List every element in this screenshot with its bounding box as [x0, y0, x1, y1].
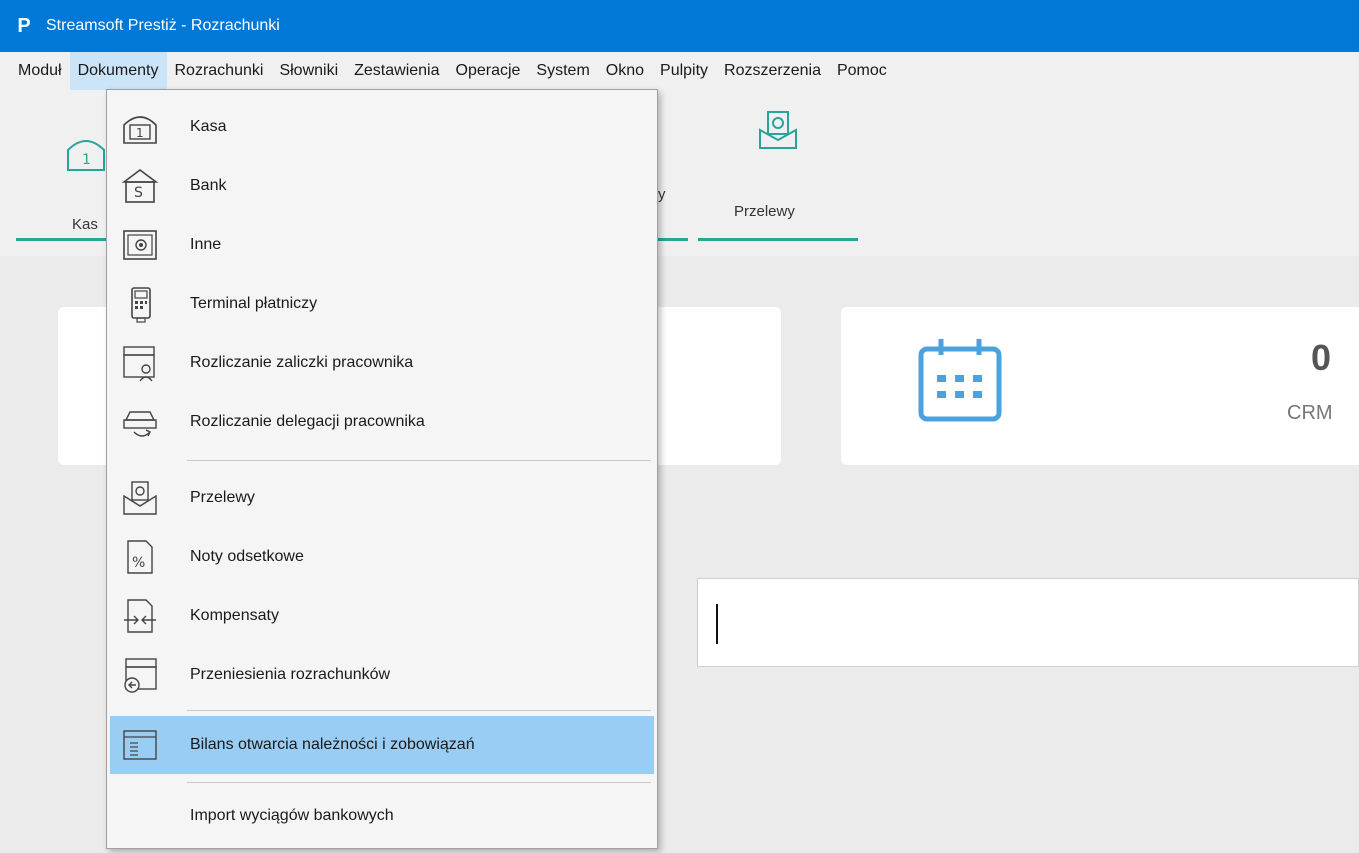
menu-item-label: Import wyciągów bankowych: [190, 807, 394, 824]
menu-separator: [187, 460, 651, 461]
menu-modul[interactable]: Moduł: [10, 52, 70, 90]
calendar-icon: [918, 339, 1002, 422]
toolbar-kasa-label: Kas: [72, 216, 98, 233]
opening-balance-icon: [118, 723, 162, 767]
dokumenty-dropdown-menu: 1 Kasa S Bank Inne Terminal płatniczy Ro…: [106, 89, 658, 849]
menu-item-przeniesienia[interactable]: Przeniesienia rozrachunków: [110, 646, 654, 704]
menu-bar: Moduł Dokumenty Rozrachunki Słowniki Zes…: [0, 52, 1359, 90]
window-title: Streamsoft Prestiż - Rozrachunki: [46, 17, 280, 34]
svg-text:%: %: [132, 555, 145, 571]
menu-item-import-wyciagow[interactable]: Import wyciągów bankowych: [110, 787, 654, 845]
menu-pulpity[interactable]: Pulpity: [652, 52, 716, 90]
menu-item-label: Przelewy: [190, 489, 255, 506]
menu-rozrachunki[interactable]: Rozrachunki: [167, 52, 272, 90]
svg-text:1: 1: [136, 126, 144, 140]
menu-item-label: Przeniesienia rozrachunków: [190, 666, 391, 683]
menu-item-label: Bilans otwarcia należności i zobowiązań: [190, 736, 475, 753]
menu-item-delegacja[interactable]: Rozliczanie delegacji pracownika: [110, 393, 654, 451]
menu-item-label: Rozliczanie zaliczki pracownika: [190, 354, 414, 371]
menu-okno[interactable]: Okno: [598, 52, 652, 90]
menu-system[interactable]: System: [528, 52, 597, 90]
toolbar-partial-label: y: [658, 186, 666, 203]
advance-settlement-icon: [118, 341, 162, 385]
interest-note-icon: %: [118, 535, 162, 579]
menu-dokumenty[interactable]: Dokumenty: [69, 52, 167, 90]
app-logo-icon: P: [17, 14, 31, 37]
menu-operacje[interactable]: Operacje: [448, 52, 529, 90]
menu-item-label: Inne: [190, 236, 222, 253]
svg-text:1: 1: [82, 152, 91, 168]
dashboard-card-crm[interactable]: 0 CRM: [841, 307, 1359, 465]
menu-item-terminal[interactable]: Terminal płatniczy: [110, 275, 654, 333]
menu-item-label: Terminal płatniczy: [190, 295, 318, 312]
cash-register-icon: 1: [67, 140, 105, 171]
menu-zestawienia[interactable]: Zestawienia: [346, 52, 447, 90]
menu-item-label: Bank: [190, 177, 227, 194]
settlement-transfer-icon: [118, 653, 162, 697]
menu-item-label: Kasa: [190, 118, 227, 135]
toolbar-przelewy-button[interactable]: Przelewy: [698, 100, 858, 240]
toolbar-przelewy-underline: [698, 238, 858, 241]
text-caret: [716, 604, 718, 644]
business-trip-icon: [118, 400, 162, 444]
menu-slowniki[interactable]: Słowniki: [271, 52, 346, 90]
bank-icon: S: [118, 164, 162, 208]
menu-item-bilans-otwarcia[interactable]: Bilans otwarcia należności i zobowiązań: [110, 716, 654, 774]
menu-item-label: Rozliczanie delegacji pracownika: [190, 413, 425, 430]
payment-terminal-icon: [118, 282, 162, 326]
menu-item-bank[interactable]: S Bank: [110, 157, 654, 215]
menu-item-kompensaty[interactable]: Kompensaty: [110, 587, 654, 645]
menu-item-zaliczka[interactable]: Rozliczanie zaliczki pracownika: [110, 334, 654, 392]
transfer-envelope-icon: [759, 111, 797, 149]
menu-separator: [187, 782, 651, 783]
empty-icon-slot: [118, 794, 162, 838]
menu-rozszerzenia[interactable]: Rozszerzenia: [716, 52, 829, 90]
crm-label: CRM: [1287, 402, 1333, 424]
menu-item-noty[interactable]: % Noty odsetkowe: [110, 528, 654, 586]
svg-text:S: S: [134, 185, 143, 201]
toolbar-kasa-underline: [16, 238, 106, 241]
menu-item-przelewy[interactable]: Przelewy: [110, 469, 654, 527]
title-bar: P Streamsoft Prestiż - Rozrachunki: [0, 0, 1359, 52]
search-input[interactable]: [697, 578, 1359, 667]
toolbar-hidden-underline: [656, 238, 688, 241]
toolbar-przelewy-label: Przelewy: [734, 203, 795, 220]
menu-pomoc[interactable]: Pomoc: [829, 52, 895, 90]
menu-item-kasa[interactable]: 1 Kasa: [110, 98, 654, 156]
transfer-envelope-icon: [118, 476, 162, 520]
menu-item-label: Noty odsetkowe: [190, 548, 304, 565]
compensation-icon: [118, 594, 162, 638]
crm-count: 0: [1311, 337, 1332, 378]
menu-separator: [187, 710, 651, 711]
menu-item-inne[interactable]: Inne: [110, 216, 654, 274]
menu-item-label: Kompensaty: [190, 607, 279, 624]
safe-icon: [118, 223, 162, 267]
cash-register-icon: 1: [118, 105, 162, 149]
